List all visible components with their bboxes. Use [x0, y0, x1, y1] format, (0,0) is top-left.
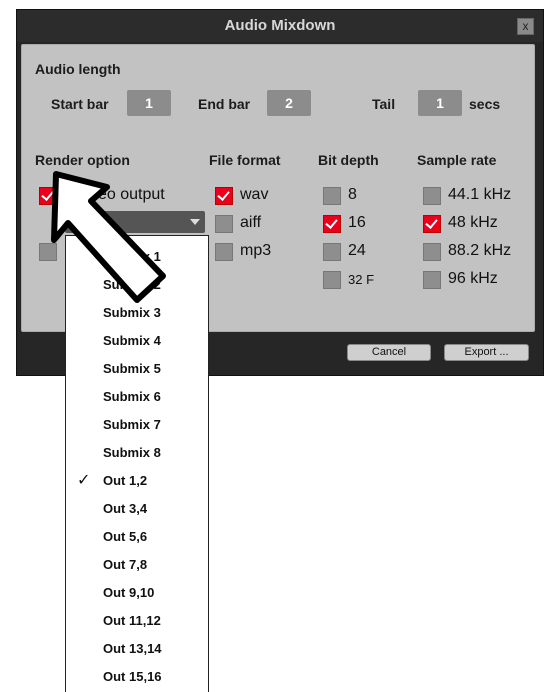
pointer-arrow-icon: [51, 171, 166, 303]
